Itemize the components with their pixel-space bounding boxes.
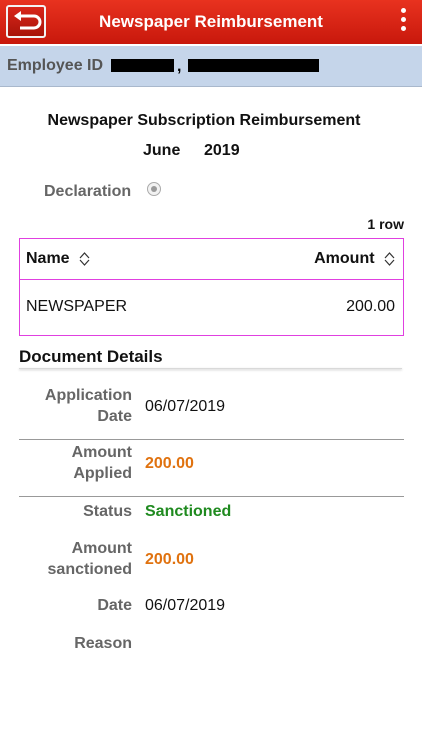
redacted-employee-name	[188, 59, 319, 72]
status-label: Status	[83, 503, 132, 520]
period-month: June	[143, 142, 181, 159]
column-header-amount[interactable]: Amount	[314, 239, 395, 279]
form-heading: Newspaper Subscription Reimbursement	[47, 112, 361, 129]
amount-applied-label: Amount Applied	[71, 444, 132, 482]
sort-icon	[79, 251, 90, 266]
document-details-title: Document Details	[19, 347, 163, 366]
column-header-amount-label: Amount	[314, 250, 375, 267]
table-cell-amount: 200.00	[346, 298, 395, 315]
employee-id-label: Employee ID	[7, 57, 104, 74]
items-table: Name Amount NEWSPAPER 200.00	[19, 238, 404, 336]
reason-label: Reason	[74, 635, 132, 652]
period-year: 2019	[204, 142, 240, 159]
application-date-value: 06/07/2019	[145, 398, 226, 415]
table-header: Name Amount	[20, 239, 403, 280]
employee-bar: Employee ID ,	[0, 46, 422, 87]
date-label: Date	[97, 597, 132, 614]
row-count: 1 row	[367, 216, 404, 232]
app-header: Newspaper Reimbursement	[0, 0, 422, 44]
amount-sanctioned-value: 200.00	[145, 551, 194, 568]
column-header-name[interactable]: Name	[26, 239, 90, 279]
amount-applied-value: 200.00	[145, 455, 194, 472]
page-title: Newspaper Reimbursement	[99, 12, 323, 31]
sort-icon	[384, 251, 395, 266]
section-divider	[19, 368, 402, 369]
declaration-radio[interactable]	[147, 182, 161, 196]
column-header-name-label: Name	[26, 250, 70, 267]
row-divider	[19, 439, 404, 440]
row-divider	[19, 496, 404, 497]
date-value: 06/07/2019	[145, 597, 226, 614]
employee-separator: ,	[177, 58, 182, 75]
application-date-label: Application Date	[44, 387, 132, 425]
redacted-employee-id	[111, 59, 174, 72]
declaration-label: Declaration	[44, 183, 132, 200]
table-cell-name: NEWSPAPER	[26, 298, 128, 315]
status-value: Sanctioned	[145, 503, 232, 520]
amount-sanctioned-label: Amount sanctioned	[47, 540, 132, 578]
more-vertical-icon[interactable]	[396, 8, 410, 36]
